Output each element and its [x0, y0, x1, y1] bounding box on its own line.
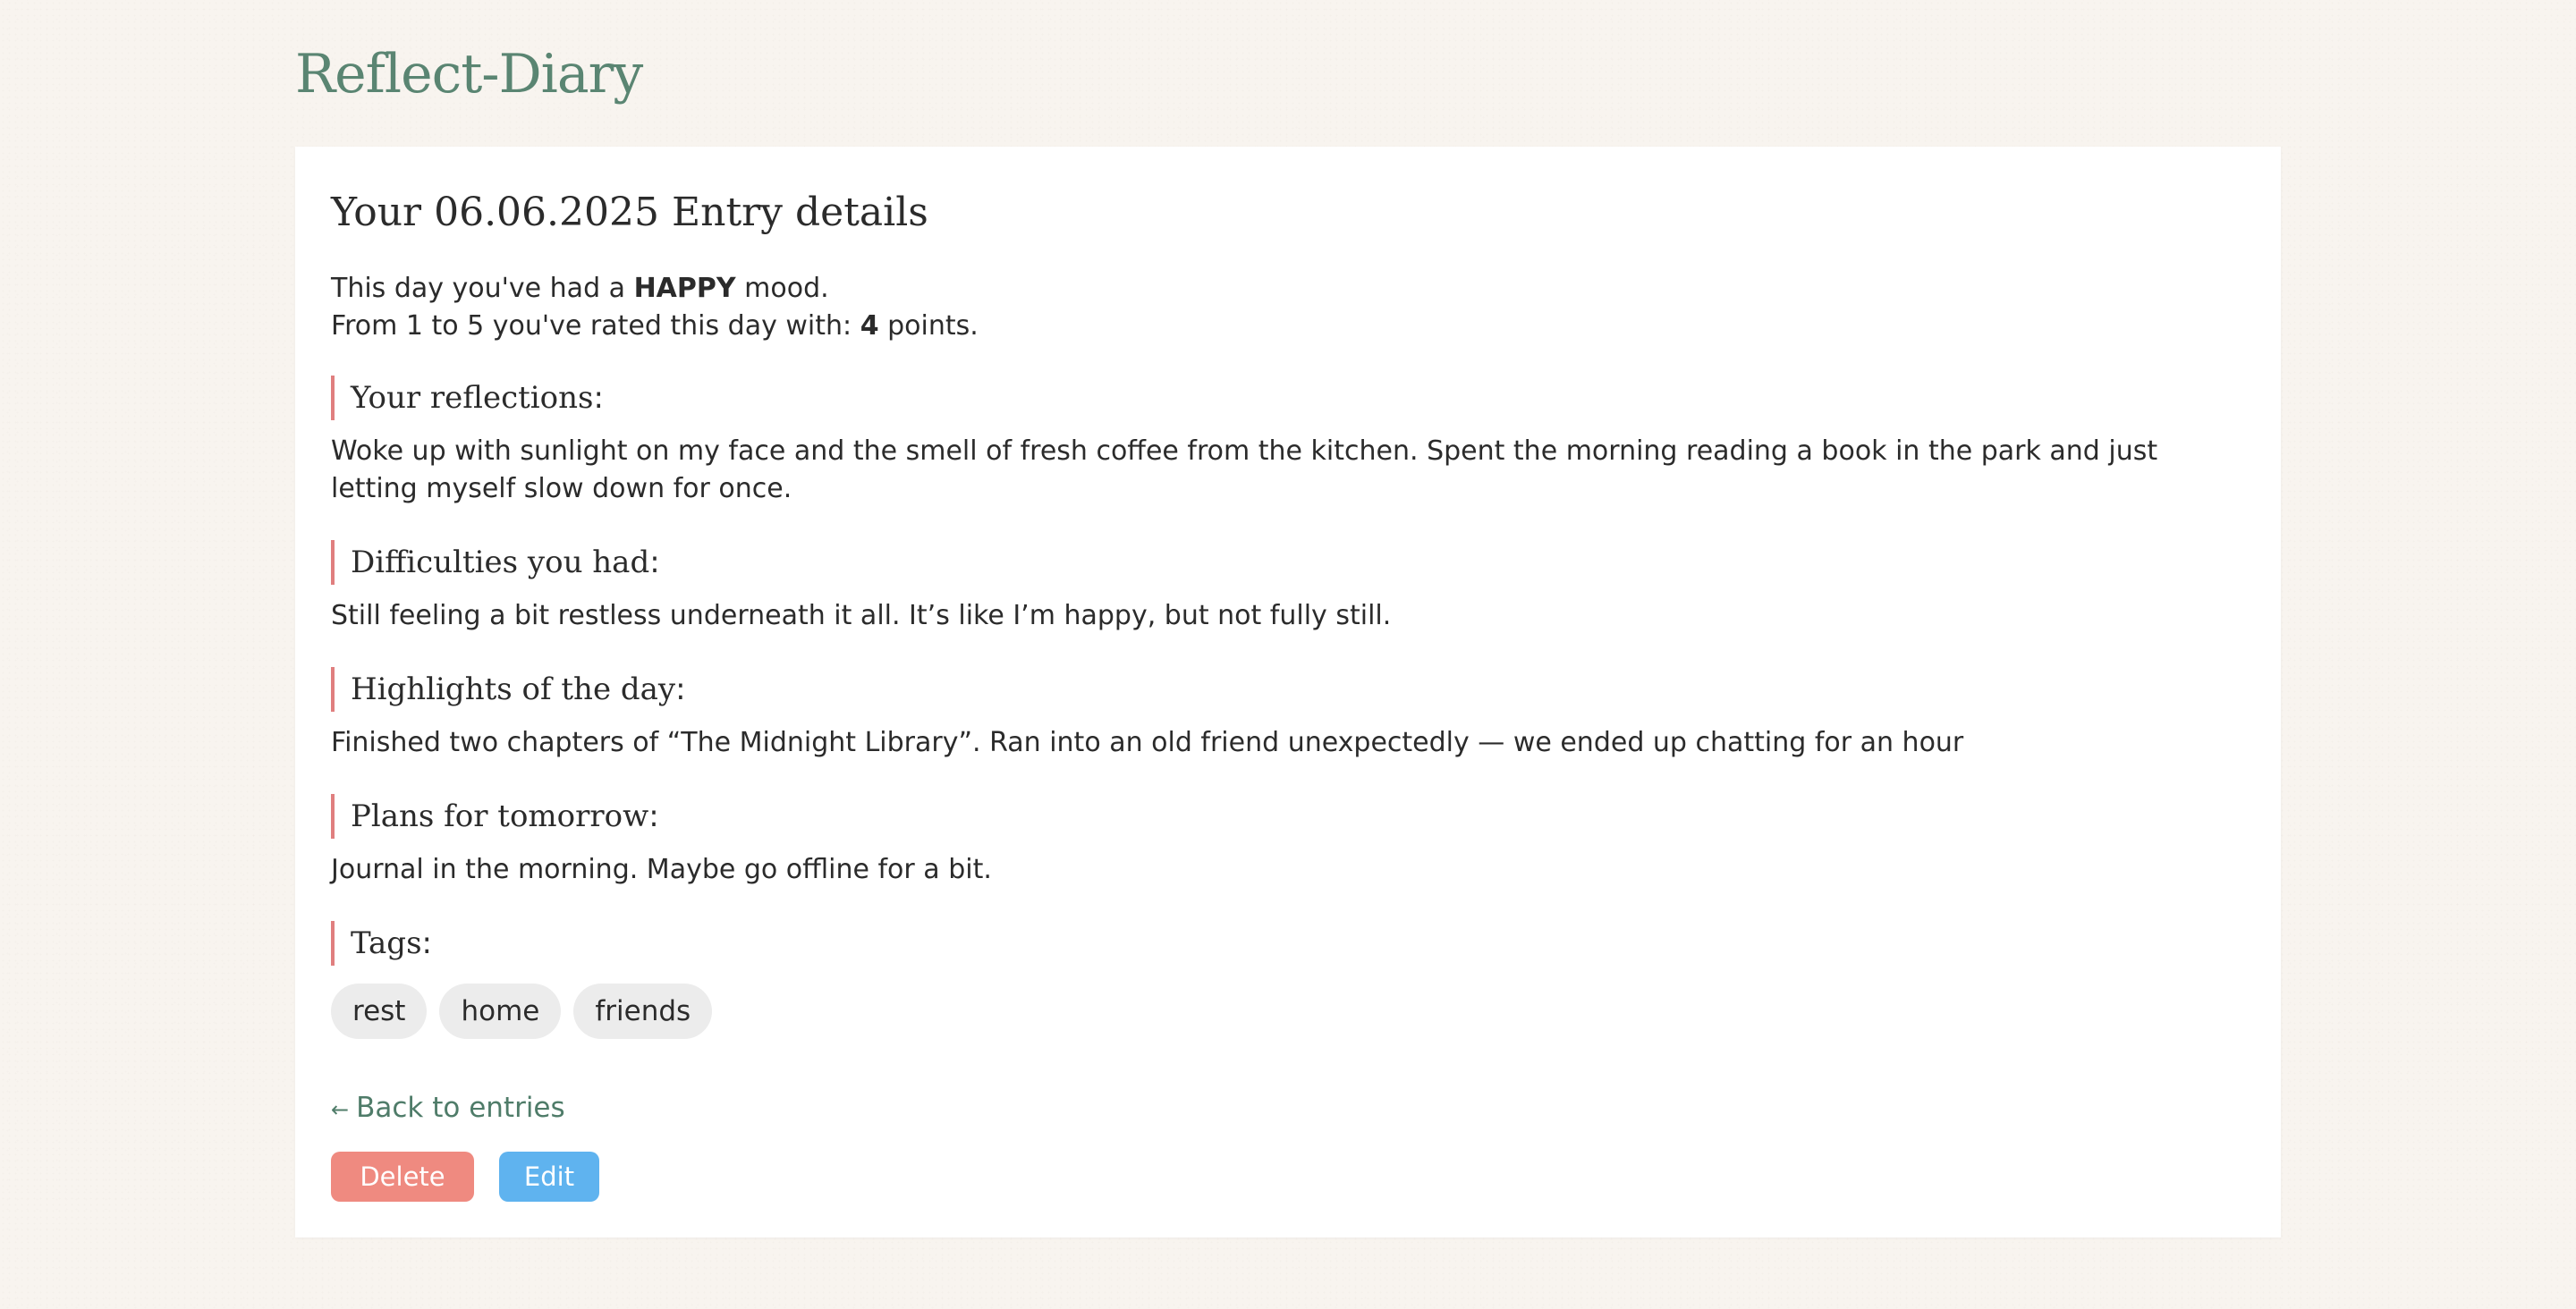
entry-summary: This day you've had a HAPPY mood. From 1… — [331, 270, 2245, 345]
difficulties-heading: Difficulties you had: — [331, 540, 660, 585]
difficulties-text: Still feeling a bit restless underneath … — [331, 600, 1392, 631]
difficulties-heading-label: Difficulties you had — [351, 545, 650, 580]
edit-button[interactable]: Edit — [499, 1152, 599, 1202]
plans-heading-label: Plans for tomorrow — [351, 798, 649, 834]
mood-value: HAPPY — [633, 273, 736, 304]
tag-rest: rest — [331, 984, 428, 1039]
entry-title-suffix: Entry details — [659, 190, 928, 235]
back-link-label: Back to entries — [356, 1092, 565, 1124]
rating-prefix: From 1 to 5 you've rated this day with: — [331, 310, 860, 342]
highlights-heading-label: Highlights of the day — [351, 671, 676, 707]
app-title: Reflect-Diary — [295, 43, 643, 106]
back-to-entries-link[interactable]: ← Back to entries — [331, 1089, 565, 1128]
difficulties-heading-colon: : — [649, 545, 660, 580]
mood-line: This day you've had a HAPPY mood. — [331, 273, 829, 304]
arrow-left-icon: ← — [331, 1097, 350, 1122]
entry-date: 06.06.2025 — [434, 190, 660, 235]
rating-line: From 1 to 5 you've rated this day with: … — [331, 310, 979, 342]
mood-suffix: mood. — [735, 273, 829, 304]
mood-prefix: This day you've had a — [331, 273, 634, 304]
tags-heading-colon: : — [421, 925, 432, 961]
reflections-heading-colon: : — [593, 380, 604, 416]
reflections-heading: Your reflections: — [331, 376, 604, 420]
rating-value: 4 — [860, 310, 879, 342]
highlights-text: Finished two chapters of “The Midnight L… — [331, 727, 1964, 758]
plans-heading-colon: : — [648, 798, 659, 834]
tags-heading: Tags: — [331, 921, 432, 966]
tag-friends: friends — [573, 984, 713, 1039]
tags-heading-label: Tags — [351, 925, 422, 961]
reflections-heading-label: Your reflections — [351, 380, 594, 416]
rating-suffix: points. — [878, 310, 979, 342]
entry-title: Your 06.06.2025 Entry details — [331, 186, 928, 240]
tag-list: rest home friends — [331, 984, 713, 1039]
tag-home: home — [439, 984, 562, 1039]
highlights-heading-colon: : — [675, 671, 686, 707]
plans-heading: Plans for tomorrow: — [331, 794, 659, 839]
entry-title-prefix: Your — [331, 190, 435, 235]
highlights-heading: Highlights of the day: — [331, 667, 686, 712]
delete-button[interactable]: Delete — [331, 1152, 474, 1202]
plans-text: Journal in the morning. Maybe go offline… — [331, 854, 992, 885]
entry-card: Your 06.06.2025 Entry details This day y… — [295, 147, 2281, 1237]
reflections-text: Woke up with sunlight on my face and the… — [331, 435, 2158, 504]
